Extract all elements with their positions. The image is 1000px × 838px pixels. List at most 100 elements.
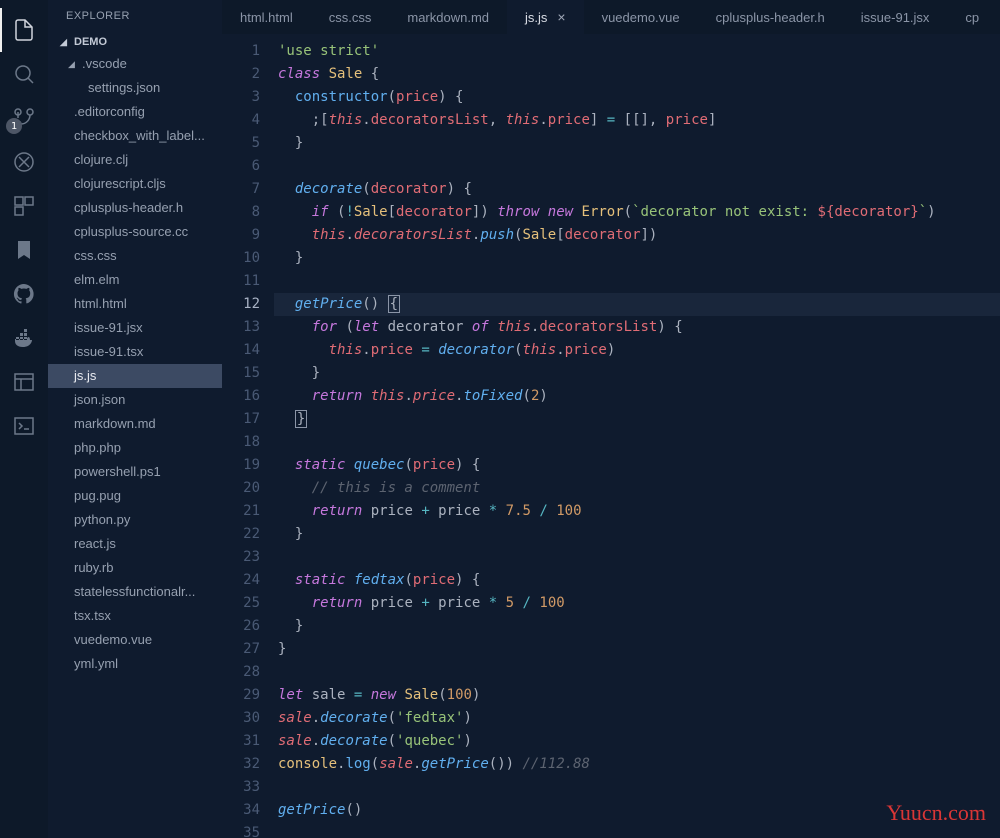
code-line: return this.price.toFixed(2) (278, 385, 1000, 408)
tree-item-label: issue-91.jsx (74, 320, 143, 335)
watermark: Yuucn.com (886, 800, 986, 826)
tree-file[interactable]: checkbox_with_label... (48, 124, 222, 148)
line-number: 5 (222, 132, 260, 155)
line-number: 16 (222, 385, 260, 408)
code-line: constructor(price) { (278, 86, 1000, 109)
line-number: 13 (222, 316, 260, 339)
editor-tab[interactable]: css.css (311, 0, 390, 34)
tree-item-label: ruby.rb (74, 560, 114, 575)
file-tree: ◢.vscode settings.json .editorconfig checkb… (48, 52, 222, 676)
code-content[interactable]: 'use strict'class Sale { constructor(pri… (278, 34, 1000, 838)
tree-file[interactable]: cplusplus-source.cc (48, 220, 222, 244)
tree-item-label: pug.pug (74, 488, 121, 503)
tree-file[interactable]: statelessfunctionalr... (48, 580, 222, 604)
search-icon[interactable] (0, 52, 48, 96)
tree-item-label: html.html (74, 296, 127, 311)
tree-file[interactable]: vuedemo.vue (48, 628, 222, 652)
chevron-down-icon: ◢ (68, 54, 78, 74)
tree-item-label: json.json (74, 392, 125, 407)
code-line: this.decoratorsList.push(Sale[decorator]… (278, 224, 1000, 247)
code-line: return price + price * 5 / 100 (278, 592, 1000, 615)
tab-label: css.css (329, 10, 372, 25)
code-line (278, 270, 1000, 293)
code-line: ;[this.decoratorsList, this.price] = [[]… (278, 109, 1000, 132)
code-editor[interactable]: 1234567891011121314151617181920212223242… (222, 34, 1000, 838)
tree-item-label: vuedemo.vue (74, 632, 152, 647)
tree-file[interactable]: react.js (48, 532, 222, 556)
line-number: 35 (222, 822, 260, 838)
line-number: 23 (222, 546, 260, 569)
tree-file[interactable]: json.json (48, 388, 222, 412)
line-number: 17 (222, 408, 260, 431)
tree-folder[interactable]: ◢.vscode (48, 52, 222, 76)
line-number: 31 (222, 730, 260, 753)
tree-file[interactable]: powershell.ps1 (48, 460, 222, 484)
tree-file[interactable]: settings.json (48, 76, 222, 100)
code-line: } (278, 638, 1000, 661)
code-line: static quebec(price) { (278, 454, 1000, 477)
root-folder[interactable]: ◢ DEMO (48, 32, 222, 52)
tree-file[interactable]: tsx.tsx (48, 604, 222, 628)
code-line: getPrice() { (274, 293, 1000, 316)
line-number: 28 (222, 661, 260, 684)
line-number: 21 (222, 500, 260, 523)
root-folder-label: DEMO (74, 36, 107, 48)
tree-file[interactable]: elm.elm (48, 268, 222, 292)
bookmark-icon[interactable] (0, 228, 48, 272)
tree-file[interactable]: js.js (48, 364, 222, 388)
tree-file[interactable]: pug.pug (48, 484, 222, 508)
code-line (278, 661, 1000, 684)
code-line: this.price = decorator(this.price) (278, 339, 1000, 362)
debug-icon[interactable] (0, 140, 48, 184)
editor-tab[interactable]: issue-91.jsx (843, 0, 948, 34)
line-number: 9 (222, 224, 260, 247)
tab-label: js.js (525, 10, 547, 25)
tree-file[interactable]: php.php (48, 436, 222, 460)
line-number: 6 (222, 155, 260, 178)
extensions-icon[interactable] (0, 184, 48, 228)
tree-file[interactable]: markdown.md (48, 412, 222, 436)
close-icon[interactable]: × (557, 9, 565, 25)
github-icon[interactable] (0, 272, 48, 316)
editor-tab[interactable]: cplusplus-header.h (698, 0, 843, 34)
code-line: } (278, 615, 1000, 638)
tree-item-label: settings.json (88, 80, 160, 95)
tab-label: issue-91.jsx (861, 10, 930, 25)
code-line (278, 155, 1000, 178)
tree-file[interactable]: clojurescript.cljs (48, 172, 222, 196)
editor-tab[interactable]: html.html (222, 0, 311, 34)
tree-file[interactable]: html.html (48, 292, 222, 316)
tree-item-label: issue-91.tsx (74, 344, 143, 359)
editor-tab[interactable]: cp (947, 0, 997, 34)
line-number: 25 (222, 592, 260, 615)
tree-file[interactable]: python.py (48, 508, 222, 532)
tree-item-label: checkbox_with_label... (74, 128, 205, 143)
terminal-icon[interactable] (0, 404, 48, 448)
project-icon[interactable] (0, 360, 48, 404)
line-number: 14 (222, 339, 260, 362)
tree-file[interactable]: issue-91.tsx (48, 340, 222, 364)
tab-label: cp (965, 10, 979, 25)
tree-file[interactable]: clojure.clj (48, 148, 222, 172)
editor-tabs: html.html css.css markdown.md js.js × vuedemo… (222, 0, 1000, 34)
tree-file[interactable]: yml.yml (48, 652, 222, 676)
tree-file[interactable]: issue-91.jsx (48, 316, 222, 340)
code-line: let sale = new Sale(100) (278, 684, 1000, 707)
tree-item-label: clojurescript.cljs (74, 176, 166, 191)
line-number: 30 (222, 707, 260, 730)
code-line: // this is a comment (278, 477, 1000, 500)
docker-icon[interactable] (0, 316, 48, 360)
tree-file[interactable]: css.css (48, 244, 222, 268)
line-number: 1 (222, 40, 260, 63)
editor-tab[interactable]: js.js × (507, 0, 584, 34)
tree-file[interactable]: cplusplus-header.h (48, 196, 222, 220)
line-number: 10 (222, 247, 260, 270)
tab-label: vuedemo.vue (602, 10, 680, 25)
tree-file[interactable]: .editorconfig (48, 100, 222, 124)
code-line (278, 776, 1000, 799)
editor-tab[interactable]: markdown.md (389, 0, 507, 34)
editor-tab[interactable]: vuedemo.vue (584, 0, 698, 34)
explorer-icon[interactable] (0, 8, 48, 52)
source-control-icon[interactable]: 1 (0, 96, 48, 140)
tree-file[interactable]: ruby.rb (48, 556, 222, 580)
